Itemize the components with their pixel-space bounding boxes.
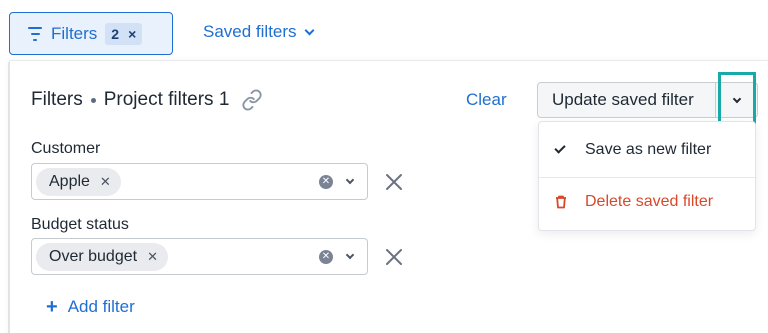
customer-select[interactable]: Apple ✕ ✕ — [31, 163, 368, 200]
update-options-toggle[interactable] — [715, 83, 757, 117]
clear-icon[interactable]: ✕ — [319, 249, 333, 264]
close-icon — [386, 249, 402, 265]
filters-count-badge: 2 × — [105, 22, 143, 45]
plus-icon: + — [46, 296, 58, 318]
saved-filter-name: Project filters 1 — [103, 89, 230, 110]
check-icon — [554, 142, 566, 154]
filters-count: 2 — [111, 25, 120, 42]
budget-status-field-label: Budget status — [31, 216, 129, 233]
clear-filters-icon[interactable]: × — [128, 26, 136, 42]
customer-chip-label: Apple — [49, 172, 90, 190]
filters-panel: Filters Project filters 1 Clear Update s… — [9, 60, 768, 333]
select-controls: ✕ — [319, 174, 355, 189]
add-filter-button[interactable]: + Add filter — [46, 297, 135, 317]
saved-filters-label: Saved filters — [203, 22, 297, 41]
filters-button[interactable]: Filters 2 × — [9, 12, 173, 55]
chevron-down-icon[interactable] — [345, 250, 355, 260]
chevron-down-icon — [732, 94, 741, 103]
filters-button-label: Filters — [51, 23, 98, 43]
remove-chip-icon[interactable]: ✕ — [100, 174, 111, 190]
budget-status-chip-label: Over budget — [49, 247, 138, 265]
clear-button[interactable]: Clear — [466, 90, 507, 110]
delete-saved-filter-label: Delete saved filter — [585, 193, 714, 210]
select-controls: ✕ — [319, 249, 355, 264]
remove-chip-icon[interactable]: ✕ — [147, 249, 158, 265]
chevron-down-icon[interactable] — [345, 175, 355, 185]
trash-icon — [555, 195, 567, 209]
clear-icon[interactable]: ✕ — [319, 174, 333, 189]
add-filter-label: Add filter — [67, 297, 135, 316]
close-icon — [386, 174, 402, 190]
update-saved-filter-label: Update saved filter — [552, 90, 694, 109]
chevron-down-icon — [304, 25, 314, 35]
link-icon[interactable] — [241, 89, 263, 111]
save-as-new-filter-item[interactable]: Save as new filter — [539, 126, 755, 174]
saved-filters-dropdown[interactable]: Saved filters — [203, 22, 314, 42]
budget-status-chip: Over budget ✕ — [36, 242, 168, 271]
update-saved-filter-button[interactable]: Update saved filter — [537, 82, 758, 118]
top-bar: Filters 2 × Saved filters — [0, 0, 768, 62]
title-separator-dot — [90, 97, 96, 103]
delete-saved-filter-item[interactable]: Delete saved filter — [539, 178, 755, 226]
customer-chip: Apple ✕ — [36, 167, 121, 196]
customer-field-label: Customer — [31, 140, 101, 157]
remove-customer-filter-button[interactable] — [384, 172, 404, 192]
panel-title: Filters Project filters 1 — [31, 89, 263, 111]
background-strip — [0, 62, 9, 333]
remove-budget-status-filter-button[interactable] — [384, 247, 404, 267]
panel-title-text: Filters — [31, 89, 83, 110]
budget-status-select[interactable]: Over budget ✕ ✕ — [31, 238, 368, 275]
save-as-new-filter-label: Save as new filter — [585, 141, 712, 158]
filter-icon — [27, 26, 43, 41]
saved-filter-menu: Save as new filter Delete saved filter — [538, 121, 756, 231]
